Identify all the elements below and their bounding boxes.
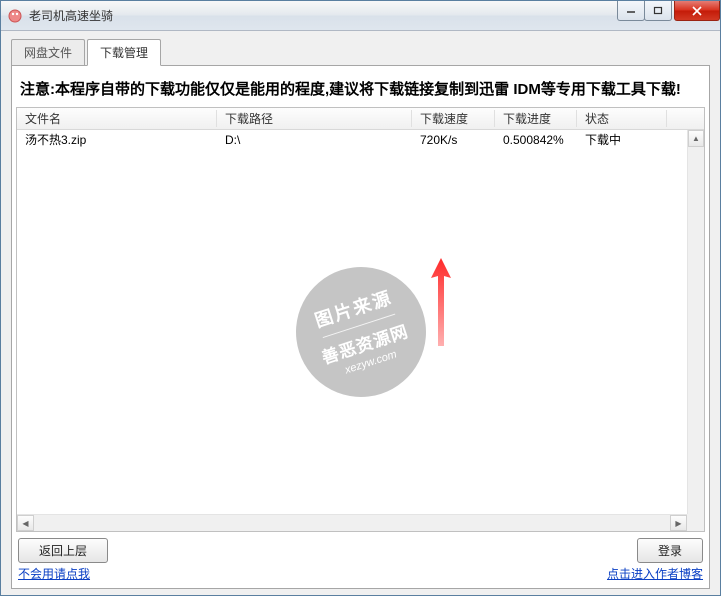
download-panel: 注意:本程序自带的下载功能仅仅是能用的程度,建议将下载链接复制到迅雷 IDM等专… [11, 65, 710, 589]
col-header-filename[interactable]: 文件名 [17, 110, 217, 127]
cell-speed: 720K/s [412, 133, 495, 147]
col-header-speed[interactable]: 下载速度 [412, 110, 495, 127]
maximize-button[interactable] [644, 1, 672, 21]
horizontal-scrollbar[interactable]: ◀ ▶ [17, 514, 687, 531]
close-button[interactable] [674, 1, 720, 21]
bottom-bar: 返回上层 登录 [16, 532, 705, 563]
annotation-arrow-icon [429, 258, 453, 351]
vertical-scrollbar[interactable]: ▲ ▼ [687, 130, 704, 531]
app-icon [7, 8, 23, 24]
col-header-path[interactable]: 下载路径 [217, 110, 412, 127]
titlebar[interactable]: 老司机高速坐骑 [1, 1, 720, 31]
download-table: 文件名 下载路径 下载速度 下载进度 状态 汤不热3.zip D:\ 720K/… [16, 107, 705, 532]
help-link[interactable]: 不会用请点我 [18, 565, 90, 582]
scroll-right-icon[interactable]: ▶ [670, 515, 687, 531]
table-row[interactable]: 汤不热3.zip D:\ 720K/s 0.500842% 下载中 [17, 130, 704, 150]
link-row: 不会用请点我 点击进入作者博客 [16, 563, 705, 582]
watermark: 图片来源 善恶资源网 xezyw.com [279, 250, 443, 414]
author-blog-link[interactable]: 点击进入作者博客 [607, 565, 703, 582]
cell-path: D:\ [217, 133, 412, 147]
tab-download-manager[interactable]: 下载管理 [87, 39, 161, 66]
col-header-progress[interactable]: 下载进度 [495, 110, 577, 127]
app-window: 老司机高速坐骑 网盘文件 下载管理 注意:本程序自带的下载功能仅仅是能用的程度,… [0, 0, 721, 596]
cell-progress: 0.500842% [495, 133, 577, 147]
col-header-status[interactable]: 状态 [577, 110, 667, 127]
window-controls [618, 1, 720, 21]
scroll-up-icon[interactable]: ▲ [688, 130, 704, 147]
tab-netdisk-files[interactable]: 网盘文件 [11, 39, 85, 65]
scroll-left-icon[interactable]: ◀ [17, 515, 34, 531]
window-title: 老司机高速坐骑 [29, 7, 113, 24]
cell-status: 下载中 [577, 131, 667, 148]
back-button[interactable]: 返回上层 [18, 538, 108, 563]
cell-filename: 汤不热3.zip [17, 131, 217, 148]
watermark-line3: xezyw.com [343, 349, 398, 377]
minimize-button[interactable] [617, 1, 645, 21]
client-area: 网盘文件 下载管理 注意:本程序自带的下载功能仅仅是能用的程度,建议将下载链接复… [1, 31, 720, 595]
watermark-line1: 图片来源 [311, 284, 395, 333]
table-header: 文件名 下载路径 下载速度 下载进度 状态 [17, 108, 704, 130]
tab-strip: 网盘文件 下载管理 [11, 41, 710, 65]
watermark-line2: 善恶资源网 [317, 317, 410, 369]
login-button[interactable]: 登录 [637, 538, 703, 563]
warning-text: 注意:本程序自带的下载功能仅仅是能用的程度,建议将下载链接复制到迅雷 IDM等专… [16, 72, 705, 107]
